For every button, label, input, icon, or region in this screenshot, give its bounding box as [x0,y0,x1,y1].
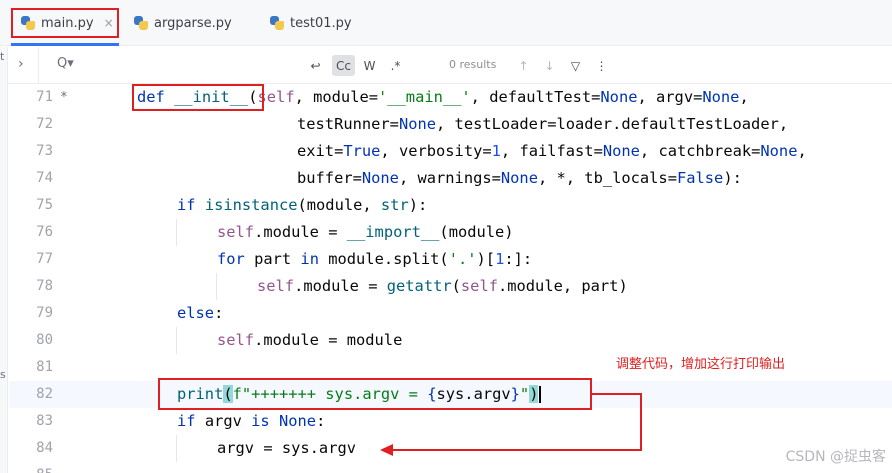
line-number: 82 [36,386,53,402]
tab-argparse-py[interactable]: argparse.py [134,0,232,46]
code-line: 74 buffer=None, warnings=None, *, tb_loc… [9,165,892,192]
code-text: self.module = module [217,331,403,349]
code-text: self.module = getattr(self.module, part) [257,277,628,295]
previous-occurrence-icon[interactable]: ↑ [513,55,534,76]
line-number: 81 [36,359,53,375]
python-file-icon [134,16,148,30]
line-number: 83 [36,413,53,429]
tab-label: argparse.py [154,15,232,31]
code-line: 72 testRunner=None, testLoader=loader.de… [9,111,892,138]
left-panel-edge [0,47,8,473]
code-line: 76 self.module = __import__(module) [9,219,892,246]
filter-icon[interactable]: ▽ [565,55,586,76]
code-text: testRunner=None, testLoader=loader.defau… [297,115,789,133]
next-occurrence-icon[interactable]: ↓ [539,55,560,76]
line-number: 77 [36,251,53,267]
line-number: 84 [36,440,53,456]
code-line: 79 else: [9,300,892,327]
code-text: if argv is None: [177,412,326,430]
divider [38,47,39,84]
code-line: 80 self.module = module [9,327,892,354]
line-number: 73 [36,143,53,159]
find-bar: › Q▾ ↩ Cc W .* 0 results ↑ ↓ ▽ ⋮ [0,47,892,84]
line-number: 78 [36,278,53,294]
search-results-count: 0 results [449,58,497,71]
code-text: buffer=None, warnings=None, *, tb_locals… [297,169,742,187]
code-line: 85 [9,462,892,473]
code-line: 73 exit=True, verbosity=1, failfast=None… [9,138,892,165]
expand-replace-icon[interactable]: › [18,56,24,72]
line-number: 74 [36,170,53,186]
code-text: argv = sys.argv [217,439,356,457]
code-line: 75 if isinstance(module, str): [9,192,892,219]
code-text: for part in module.split('.')[1:]: [217,250,533,268]
more-options-icon[interactable]: ⋮ [591,55,612,76]
tab-label: test01.py [290,15,352,31]
tab-highlight-box [11,8,119,38]
words-button[interactable]: W [359,55,380,76]
edge-text: t [0,50,5,63]
code-line: 78 self.module = getattr(self.module, pa… [9,273,892,300]
code-editor[interactable]: 71 * def __init__(self, module='__main__… [9,84,892,473]
regex-button[interactable]: .* [385,55,406,76]
code-text: exit=True, verbosity=1, failfast=None, c… [297,142,807,160]
match-case-button[interactable]: Cc [332,55,355,76]
init-highlight-box [132,84,264,111]
line-number: 80 [36,332,53,348]
code-text: if isinstance(module, str): [177,196,428,214]
editor-tab-bar: main.py × argparse.py test01.py [0,0,892,46]
line-number: 72 [36,116,53,132]
edge-text: s [0,368,6,381]
code-text: else: [177,304,224,322]
python-file-icon [270,16,284,30]
annotation-text: 调整代码，增加这行打印输出 [616,357,786,372]
line-number: 85 [9,462,53,473]
code-line: 83 if argv is None: [9,408,892,435]
tab-test01-py[interactable]: test01.py [270,0,352,46]
line-number: 79 [36,305,53,321]
print-line-highlight-box [158,378,592,410]
code-text: self.module = __import__(module) [217,223,514,241]
gutter-mark: * [60,90,68,105]
new-line-button[interactable]: ↩ [305,55,326,76]
line-number: 76 [36,224,53,240]
search-history-icon[interactable]: Q▾ [57,56,74,71]
code-line: 84 argv = sys.argv [9,435,892,462]
watermark: CSDN @捉虫客 [785,449,886,465]
line-number: 71 [36,89,53,105]
line-number: 75 [36,197,53,213]
code-line: 77 for part in module.split('.')[1:]: [9,246,892,273]
